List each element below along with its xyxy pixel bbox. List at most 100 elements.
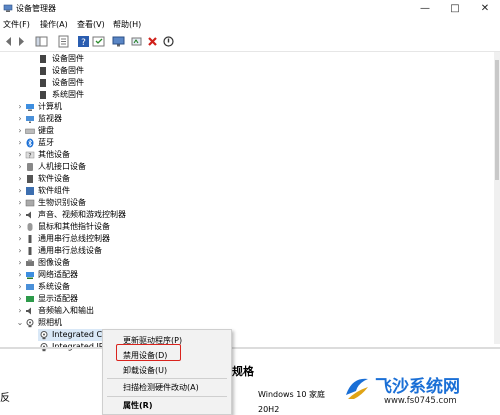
add-hardware-icon[interactable] (130, 35, 143, 48)
category-usb-devices[interactable]: › 通用串行总线设备 (16, 245, 216, 257)
display-adapter-icon (26, 296, 34, 302)
category-usb-controllers[interactable]: › 通用串行总线控制器 (16, 233, 216, 245)
uninstall-icon[interactable] (146, 35, 159, 48)
expand-arrow-icon[interactable]: › (16, 101, 24, 113)
menu-uninstall-device[interactable]: 卸载设备(U) (123, 365, 167, 376)
category-software-devices[interactable]: › 软件设备 (16, 173, 216, 185)
category-keyboard[interactable]: › 键盘 (16, 125, 216, 137)
category-imaging[interactable]: › 图像设备 (16, 257, 216, 269)
category-label: 网络适配器 (38, 270, 78, 279)
expand-arrow-icon[interactable]: › (16, 293, 24, 305)
menu-file[interactable]: 文件(F) (3, 19, 30, 30)
menu-properties[interactable]: 属性(R) (123, 400, 152, 411)
software-component-icon (26, 187, 34, 195)
minimize-button[interactable]: — (410, 0, 440, 17)
expand-arrow-icon[interactable]: › (16, 173, 24, 185)
device-manager-icon (3, 4, 13, 12)
update-driver-icon[interactable] (92, 35, 105, 48)
expand-arrow-icon[interactable]: › (16, 233, 24, 245)
monitor-scan-icon[interactable] (112, 35, 125, 48)
expand-arrow-icon[interactable]: › (16, 185, 24, 197)
usb-icon (28, 247, 32, 255)
expand-arrow-icon[interactable]: › (16, 197, 24, 209)
unknown-device-icon: ? (25, 151, 35, 160)
expand-arrow-icon[interactable]: › (16, 209, 24, 221)
highlight-box (116, 344, 181, 361)
usb-icon (28, 235, 32, 243)
category-label: 音频输入和输出 (38, 306, 94, 315)
background-text: 反 (0, 393, 10, 404)
menu-separator (107, 396, 227, 397)
hid-icon (27, 163, 33, 171)
category-label: 系统设备 (38, 282, 70, 291)
category-label: 声音、视频和游戏控制器 (38, 210, 126, 219)
category-display[interactable]: › 显示适配器 (16, 293, 216, 305)
category-hid[interactable]: › 人机接口设备 (16, 161, 216, 173)
category-bluetooth[interactable]: › 蓝牙 (16, 137, 216, 149)
disable-device-icon[interactable] (162, 35, 175, 48)
context-menu: 更新驱动程序(P) 禁用设备(D) 卸载设备(U) 扫描检测硬件改动(A) 属性… (102, 329, 232, 415)
category-label: 生物识别设备 (38, 198, 86, 207)
close-button[interactable]: ✕ (470, 0, 500, 17)
back-icon[interactable] (2, 35, 15, 48)
tree-item-label: 设备固件 (52, 54, 84, 63)
category-label: 照相机 (38, 318, 62, 327)
category-label: 人机接口设备 (38, 162, 86, 171)
properties-icon[interactable] (57, 35, 70, 48)
forward-icon[interactable] (15, 35, 28, 48)
toolbar: ? (0, 32, 500, 52)
bluetooth-icon (26, 138, 34, 148)
expand-arrow-icon[interactable]: › (16, 305, 24, 317)
camera-icon (40, 331, 48, 340)
keyboard-icon (25, 128, 35, 134)
expand-arrow-icon[interactable]: › (16, 281, 24, 293)
category-label: 鼠标和其他指针设备 (38, 222, 110, 231)
expand-arrow-icon[interactable]: › (16, 245, 24, 257)
category-network[interactable]: › 网络适配器 (16, 269, 216, 281)
expand-arrow-icon[interactable]: › (16, 113, 24, 125)
software-device-icon (27, 175, 33, 183)
category-audio-io[interactable]: › 音频输入和输出 (16, 305, 216, 317)
watermark: 飞沙系统网 www.fs0745.com (342, 370, 500, 413)
category-sound[interactable]: › 声音、视频和游戏控制器 (16, 209, 216, 221)
mouse-icon (27, 223, 33, 231)
background-heading: 规格 (232, 365, 254, 378)
expand-arrow-icon[interactable]: › (16, 137, 24, 149)
menu-action[interactable]: 操作(A) (40, 19, 68, 30)
menu-bar: 文件(F) 操作(A) 查看(V) 帮助(H) (0, 17, 500, 32)
scrollbar-thumb[interactable] (495, 60, 499, 180)
network-adapter-icon (26, 272, 34, 279)
category-label: 软件设备 (38, 174, 70, 183)
expand-arrow-icon[interactable]: › (16, 161, 24, 173)
category-label: 软件组件 (38, 186, 70, 195)
category-computer[interactable]: › 计算机 (16, 101, 216, 113)
category-label: 键盘 (38, 126, 54, 135)
tree-item-label: 设备固件 (52, 78, 84, 87)
biometric-icon (25, 199, 35, 207)
category-label: 监视器 (38, 114, 62, 123)
menu-help[interactable]: 帮助(H) (113, 19, 141, 30)
expand-arrow-icon[interactable]: › (16, 269, 24, 281)
expand-arrow-icon[interactable]: › (16, 125, 24, 137)
collapse-arrow-icon[interactable]: ⌄ (16, 317, 24, 329)
system-device-icon (26, 284, 34, 290)
category-monitor[interactable]: › 监视器 (16, 113, 216, 125)
chip-icon (40, 79, 46, 87)
category-camera[interactable]: ⌄ 照相机 (16, 317, 216, 329)
help-icon[interactable]: ? (77, 35, 90, 48)
category-other-devices[interactable]: › ? 其他设备 (16, 149, 216, 161)
svg-text:?: ? (28, 153, 31, 160)
maximize-button[interactable]: □ (440, 0, 470, 17)
menu-scan-hardware[interactable]: 扫描检测硬件改动(A) (123, 382, 199, 393)
tree-item-label: 系统固件 (52, 90, 84, 99)
show-hide-tree-icon[interactable] (35, 35, 48, 48)
category-system[interactable]: › 系统设备 (16, 281, 216, 293)
expand-arrow-icon[interactable]: › (16, 257, 24, 269)
expand-arrow-icon[interactable]: › (16, 221, 24, 233)
category-mouse[interactable]: › 鼠标和其他指针设备 (16, 221, 216, 233)
category-biometric[interactable]: › 生物识别设备 (16, 197, 216, 209)
menu-view[interactable]: 查看(V) (77, 19, 105, 30)
tree-item-label: 设备固件 (52, 66, 84, 75)
category-software-components[interactable]: › 软件组件 (16, 185, 216, 197)
expand-arrow-icon[interactable]: › (16, 149, 24, 161)
